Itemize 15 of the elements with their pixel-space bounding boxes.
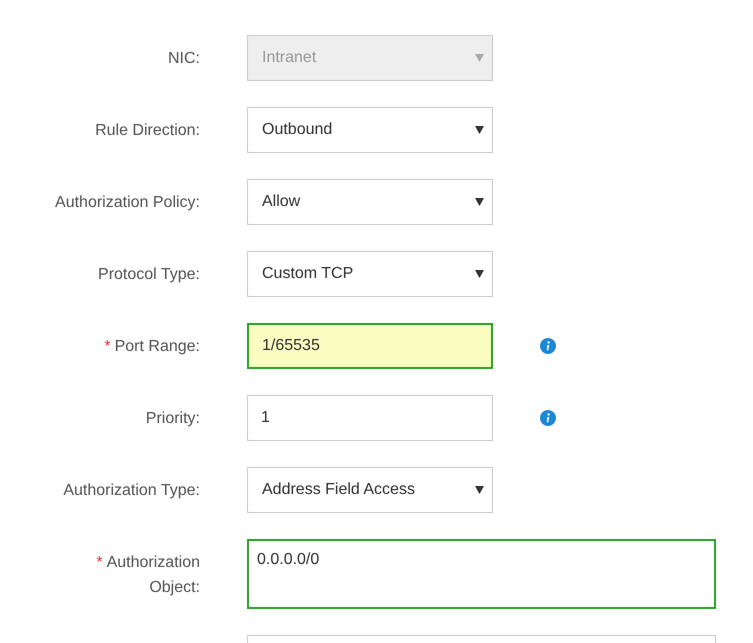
input-field[interactable]: 1/65535: [247, 323, 493, 369]
field-label: Authorization Type:: [63, 480, 200, 500]
select-field[interactable]: Address Field Access: [247, 467, 493, 513]
input-field[interactable]: 1: [247, 395, 493, 441]
select-field[interactable]: Outbound: [247, 107, 493, 153]
field-label: Authorization Policy:: [55, 192, 200, 212]
field-label: * Port Range:: [104, 336, 200, 356]
input-field[interactable]: 0.0.0.0/0: [247, 539, 716, 609]
select-field[interactable]: Custom TCP: [247, 251, 493, 297]
field-label: * Authorization Object:: [95, 553, 200, 598]
field-label: Rule Direction:: [95, 120, 200, 140]
field-label: Priority:: [146, 408, 200, 428]
field-label: NIC:: [168, 48, 200, 68]
field-label: Protocol Type:: [98, 264, 200, 284]
select-field[interactable]: Allow: [247, 179, 493, 225]
